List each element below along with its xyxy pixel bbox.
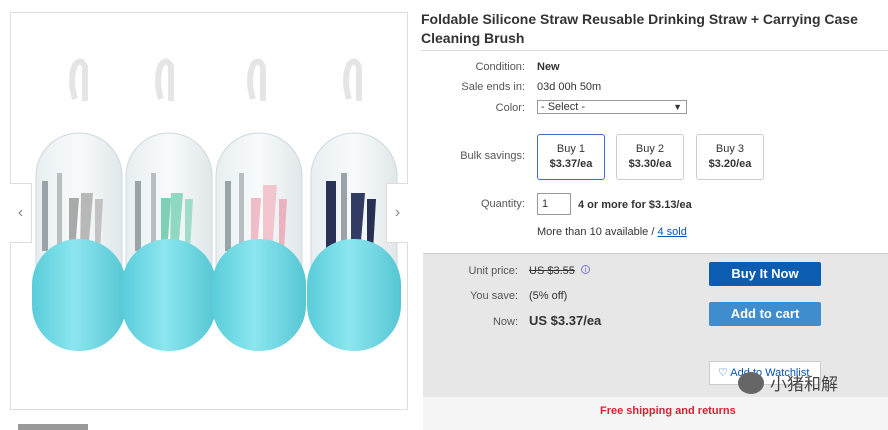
condition-label: Condition: [475,61,525,73]
you-save-value: (5% off) [529,290,568,302]
shipping-bar: Free shipping and returns [423,397,888,430]
bulk-option-buy-2[interactable]: Buy 2 $3.30/ea [616,134,684,180]
product-image-gallery[interactable]: ‹ › [10,12,408,410]
gallery-next-button[interactable]: › [386,183,408,243]
color-label: Color: [495,102,525,114]
watermark: 小猪和解 [738,370,838,395]
wechat-logo-icon [738,371,764,394]
availability-text: More than 10 available / 4 sold [537,226,687,238]
bulk-option-label: Buy 1 [556,143,586,155]
quantity-input[interactable]: 1 [537,193,571,215]
add-to-cart-button[interactable]: Add to cart [709,302,821,326]
bulk-option-price: $3.37/ea [549,158,593,170]
bulk-option-label: Buy 3 [715,143,745,155]
color-select-value: - Select - [541,101,586,113]
color-select[interactable]: - Select - ▼ [537,100,687,114]
gallery-prev-button[interactable]: ‹ [10,183,32,243]
straw-case-green [122,58,216,351]
bulk-savings-label: Bulk savings: [460,150,525,162]
free-shipping-text: Free shipping and returns [600,405,736,417]
now-label: Now: [492,316,518,328]
sale-ends-value: 03d 00h 50m [537,81,602,93]
straw-case-grey [32,58,126,351]
caret-down-icon: ▼ [673,102,682,112]
straw-case-pink [212,58,306,351]
unit-price-label: Unit price: [468,265,518,277]
bulk-option-label: Buy 2 [635,143,665,155]
sold-link[interactable]: 4 sold [657,226,686,238]
thumbnail-strip[interactable] [18,424,88,430]
chevron-right-icon: › [394,204,401,221]
bulk-option-buy-1[interactable]: Buy 1 $3.37/ea [537,134,605,180]
quantity-label: Quantity: [480,198,525,210]
bulk-option-price: $3.30/ea [628,158,672,170]
bulk-option-buy-3[interactable]: Buy 3 $3.20/ea [696,134,764,180]
product-title: Foldable Silicone Straw Reusable Drinkin… [421,11,858,46]
divider [421,50,888,51]
product-image [32,58,401,351]
bulk-option-price: $3.20/ea [708,158,752,170]
watermark-text: 小猪和解 [770,375,838,394]
buy-it-now-button[interactable]: Buy It Now [709,262,821,286]
availability-count: More than 10 available / [537,226,658,238]
sale-ends-label: Sale ends in: [461,81,525,93]
unit-price-value: US $3.55 [529,265,575,277]
quantity-offer: 4 or more for $3.13/ea [578,199,692,211]
you-save-label: You save: [470,290,518,302]
condition-value: New [537,61,560,73]
info-icon[interactable]: i [581,265,590,274]
chevron-left-icon: ‹ [17,204,24,221]
now-price: US $3.37/ea [529,313,602,328]
